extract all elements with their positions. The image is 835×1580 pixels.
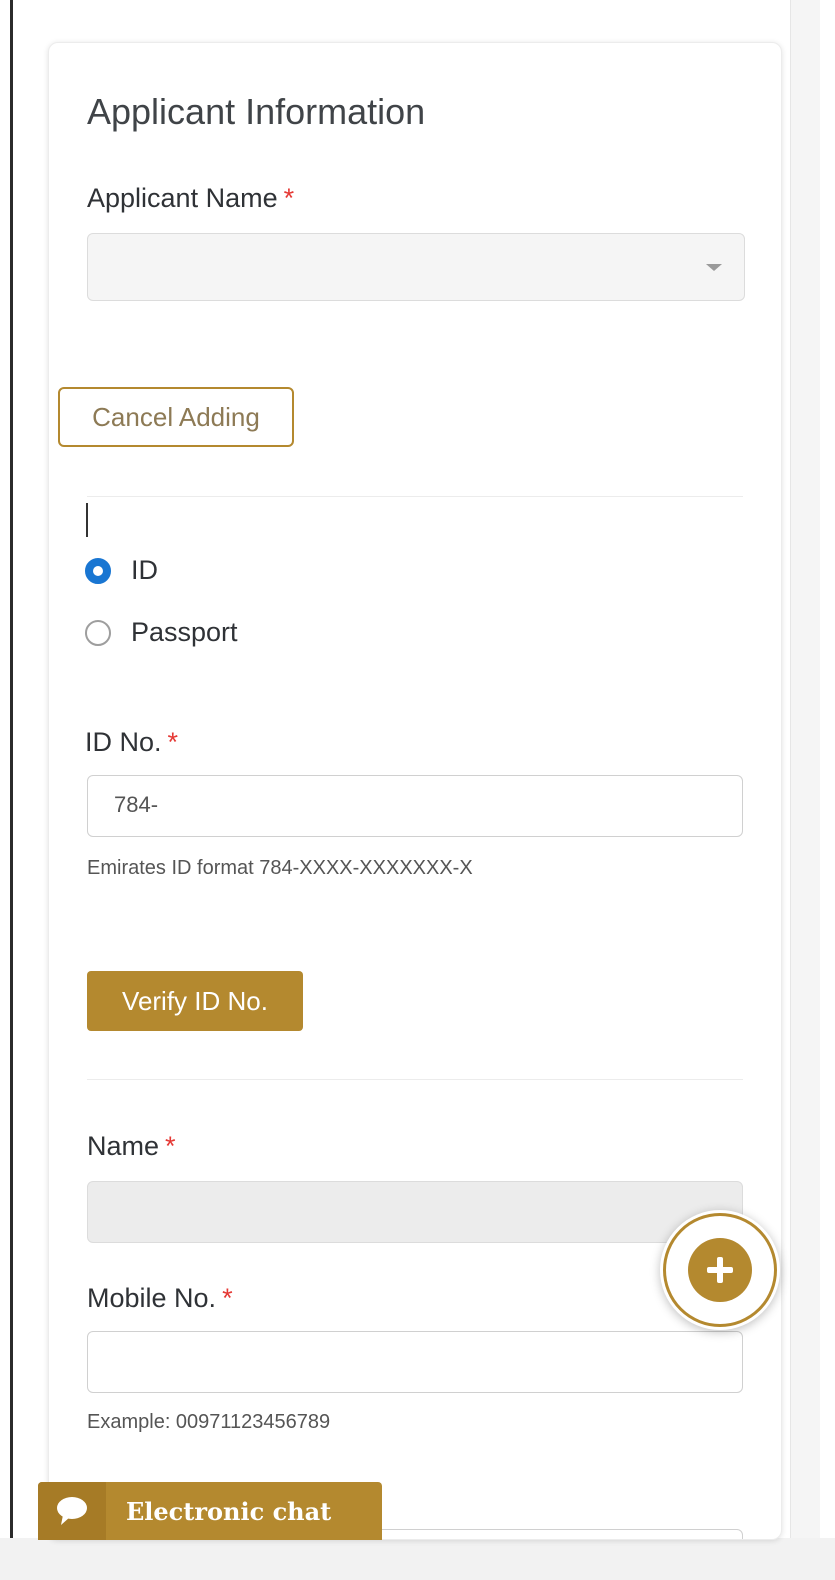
chat-label: Electronic chat [126,1496,332,1526]
electronic-chat-button[interactable]: Electronic chat [38,1482,382,1540]
id-no-label-text: ID No. [85,727,162,757]
id-no-hint: Emirates ID format 784-XXXX-XXXXXXX-X [87,857,473,879]
speech-bubble-icon [38,1482,106,1540]
section-title: Applicant Information [87,91,426,132]
applicant-name-label-text: Applicant Name [87,183,278,213]
id-no-label: ID No. * [85,727,178,758]
text-cursor [86,503,88,537]
add-fab-button[interactable] [660,1210,780,1330]
mobile-hint: Example: 00971123456789 [87,1411,331,1433]
verify-id-button[interactable]: Verify ID No. [87,971,303,1031]
required-mark: * [222,1283,233,1313]
right-gutter [790,0,820,1540]
chevron-down-icon [706,264,722,271]
required-mark: * [165,1131,176,1161]
mobile-label: Mobile No. * [87,1283,233,1314]
cancel-adding-button[interactable]: Cancel Adding [58,387,294,447]
applicant-card: Applicant Information Applicant Name * Ca… [48,42,782,1540]
divider [87,496,743,497]
radio-selected-icon[interactable] [85,557,111,584]
bottom-gutter [0,1538,835,1580]
name-label: Name * [87,1131,176,1162]
id-no-input[interactable]: 784- [87,775,743,837]
plus-circle-icon [688,1238,752,1302]
radio-label-id: ID [131,555,158,585]
required-mark: * [283,183,295,213]
applicant-name-select[interactable] [87,233,745,301]
applicant-name-label: Applicant Name * [87,183,294,214]
name-label-text: Name [87,1131,160,1161]
radio-label-passport: Passport [131,617,238,647]
mobile-input[interactable] [87,1331,743,1393]
name-input [87,1181,743,1243]
left-border [10,0,13,1580]
radio-unselected-icon[interactable] [85,619,111,646]
divider [87,1079,743,1080]
required-mark: * [167,727,179,757]
mobile-label-text: Mobile No. [87,1283,217,1313]
radio-option-passport[interactable]: Passport [85,617,238,648]
radio-option-id[interactable]: ID [85,555,158,586]
